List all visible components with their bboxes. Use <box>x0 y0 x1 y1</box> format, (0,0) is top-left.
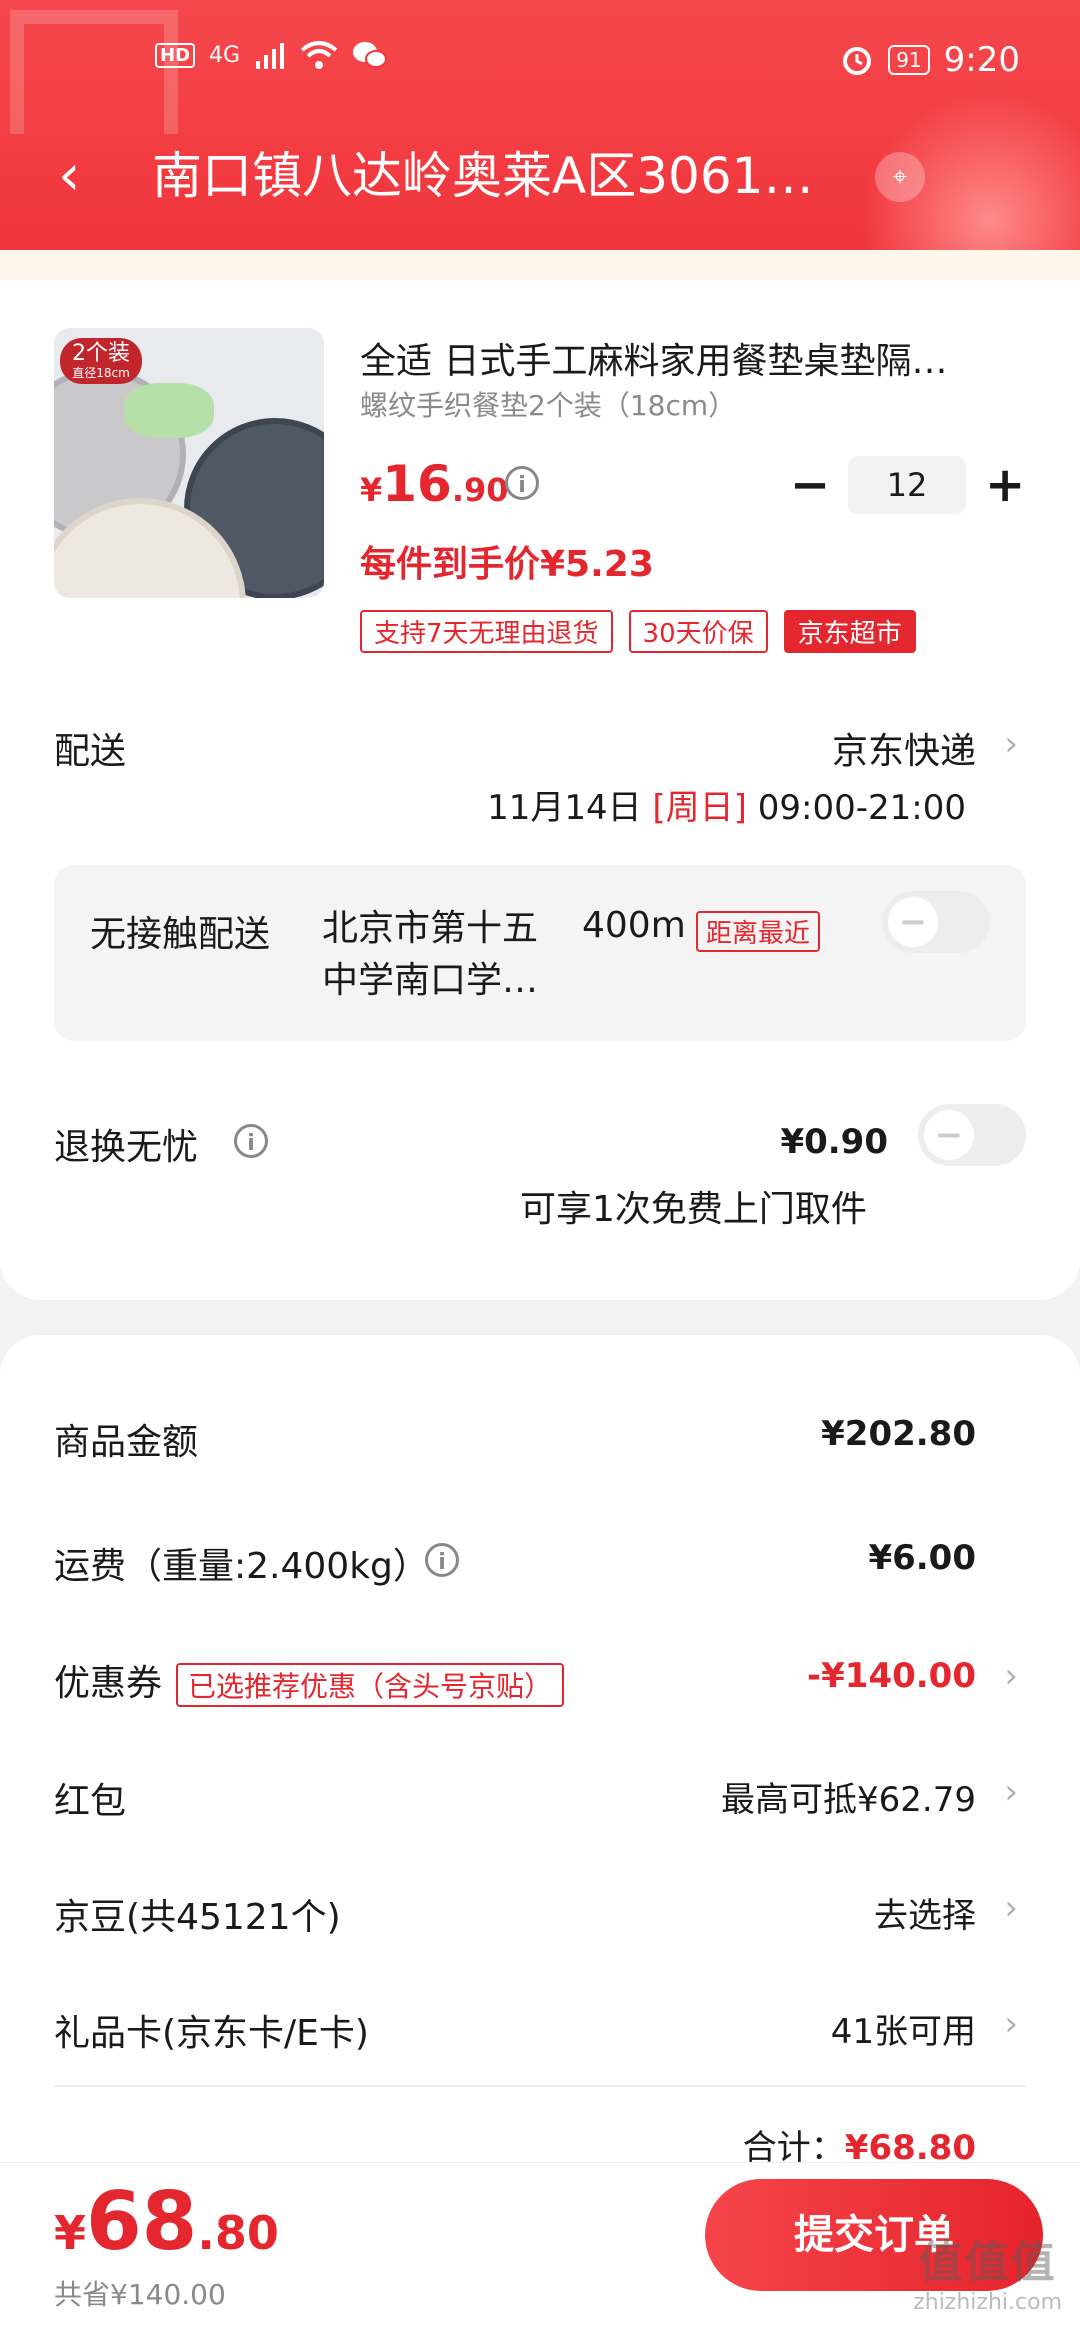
chevron-right-icon[interactable]: › <box>1004 1772 1018 1812</box>
wifi-icon <box>300 41 338 69</box>
coupon-row[interactable]: 优惠券 已选推荐优惠（含头号京贴） <box>54 1654 565 1707</box>
goods-amount-label: 商品金额 <box>54 1422 199 1463</box>
nearest-tag: 距离最近 <box>696 911 821 952</box>
redpacket-value[interactable]: 最高可抵¥62.79 <box>721 1772 976 1821</box>
bundle-tag: 2个装 直径18cm <box>60 338 142 384</box>
shipping-value: ¥6.00 <box>868 1538 976 1578</box>
wechat-icon <box>353 42 388 68</box>
coupon-value[interactable]: -¥140.00 <box>807 1656 976 1696</box>
decrease-button[interactable]: − <box>790 455 830 515</box>
jd-beans-label: 京豆(共45121个) <box>54 1897 341 1938</box>
delivery-label: 配送 <box>54 731 127 772</box>
increase-button[interactable]: + <box>985 455 1025 515</box>
status-bar: HD 4G 91 9:20 <box>0 40 1080 86</box>
pickup-distance: 400m <box>582 905 686 946</box>
info-icon[interactable]: i <box>234 1124 268 1158</box>
chevron-right-icon[interactable]: › <box>1004 1656 1018 1696</box>
product-price: ¥16.90 <box>360 455 509 513</box>
noncontact-delivery: 无接触配送 北京市第十五中学南口学… 400m 距离最近 − <box>54 865 1026 1041</box>
divider <box>54 2085 1026 2087</box>
product-tags: 支持7天无理由退货 30天价保 京东超市 <box>360 610 916 653</box>
bowl-fruit <box>124 383 214 438</box>
redpacket-label: 红包 <box>54 1781 127 1822</box>
clock: 9:20 <box>943 40 1020 80</box>
unit-price: 每件到手价¥5.23 <box>360 544 654 585</box>
return-service-toggle[interactable]: − <box>918 1104 1026 1166</box>
coupon-tag: 已选推荐优惠（含头号京贴） <box>176 1663 565 1707</box>
product-spec: 螺纹手织餐垫2个装（18cm） <box>360 389 737 422</box>
chevron-right-icon[interactable]: › <box>1004 2004 1018 2044</box>
return-service-label: 退换无忧 <box>54 1127 199 1168</box>
price-info-icon[interactable]: i <box>505 466 539 500</box>
coupon-label: 优惠券 <box>54 1663 163 1704</box>
nav-bar: ‹ 南口镇八达岭奥莱A区3061… ⌖ <box>0 140 1080 220</box>
hd-icon: HD <box>155 42 196 68</box>
shipping-info-icon[interactable]: i <box>425 1543 459 1577</box>
price-protect-tag: 30天价保 <box>628 610 768 653</box>
return-service-price: ¥0.90 <box>780 1122 888 1162</box>
chevron-right-icon[interactable]: › <box>1004 1888 1018 1928</box>
battery-indicator: 91 <box>888 45 930 75</box>
jd-beans-value[interactable]: 去选择 <box>874 1888 976 1937</box>
alarm-icon <box>843 47 872 75</box>
saved-amount: 共省¥140.00 <box>54 2278 226 2311</box>
signal-icon <box>256 43 285 69</box>
return-policy-tag: 支持7天无理由退货 <box>360 610 613 653</box>
back-icon[interactable]: ‹ <box>58 146 80 206</box>
header: HD 4G 91 9:20 ‹ 南口镇八达岭奥莱A区3061… ⌖ <box>0 0 1080 250</box>
network-label: 4G <box>209 42 241 68</box>
quantity-field[interactable]: 12 <box>848 456 966 514</box>
pickup-address: 北京市第十五中学南口学… <box>322 908 539 1001</box>
chevron-right-icon[interactable]: › <box>1004 724 1018 764</box>
goods-amount-value: ¥202.80 <box>821 1414 976 1454</box>
location-icon[interactable]: ⌖ <box>875 152 925 202</box>
delivery-time[interactable]: 11月14日 [周日] 09:00-21:00 <box>487 780 966 829</box>
delivery-method[interactable]: 京东快递 <box>832 722 976 774</box>
watermark: 值值值 zhizhizhi.com <box>913 2237 1062 2315</box>
giftcard-label: 礼品卡(京东卡/E卡) <box>54 2013 369 2054</box>
address-title[interactable]: 南口镇八达岭奥莱A区3061… <box>152 144 862 208</box>
jd-supermarket-tag: 京东超市 <box>783 610 916 653</box>
shipping-label: 运费（重量:2.400kg） <box>54 1546 429 1587</box>
noncontact-label: 无接触配送 <box>90 914 271 955</box>
noncontact-toggle[interactable]: − <box>882 891 990 953</box>
product-name[interactable]: 全适 日式手工麻料家用餐垫桌垫隔… <box>360 332 1000 384</box>
return-service-desc: 可享1次免费上门取件 <box>520 1189 867 1230</box>
toggle-knob: − <box>924 1110 974 1160</box>
product-image[interactable]: 2个装 直径18cm <box>54 328 324 598</box>
giftcard-value[interactable]: 41张可用 <box>831 2004 976 2053</box>
pay-amount: ¥68.80 <box>54 2175 279 2268</box>
toggle-knob: − <box>888 897 938 947</box>
